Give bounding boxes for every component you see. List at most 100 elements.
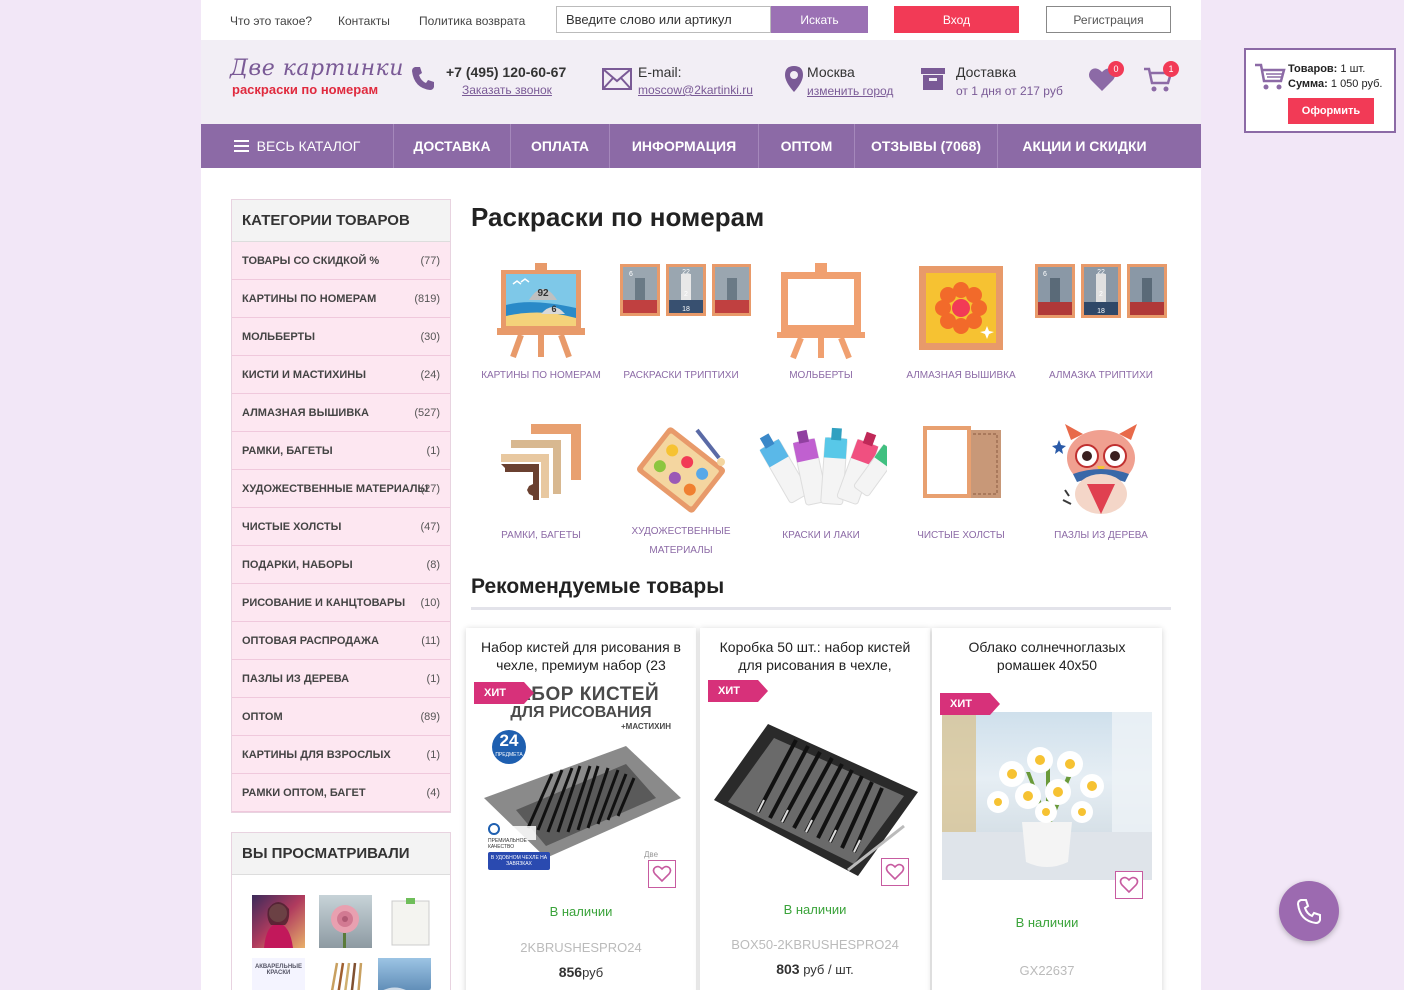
category-item[interactable]: МОЛЬБЕРТЫ (30) <box>232 318 450 356</box>
product-card-3[interactable]: Облако солнечноглазых ромашек 40х50 ХИТ … <box>932 628 1162 990</box>
nav-promotions[interactable]: АКЦИИ И СКИДКИ <box>998 124 1171 168</box>
viewed-title: ВЫ ПРОСМАТРИВАЛИ <box>232 833 450 875</box>
category-item[interactable]: РАМКИ ОПТОМ, БАГЕТ (4) <box>232 774 450 812</box>
stock-status: В наличии <box>1015 915 1079 930</box>
nav-delivery[interactable]: ДОСТАВКА <box>394 124 511 168</box>
category-label: ПОДАРКИ, НАБОРЫ <box>242 559 353 571</box>
category-item[interactable]: ПОДАРКИ, НАБОРЫ (8) <box>232 546 450 584</box>
register-button[interactable]: Регистрация <box>1046 6 1171 33</box>
tile-diamond-embroidery[interactable]: АЛМАЗНАЯ ВЫШИВКА <box>891 260 1031 410</box>
product-card-1[interactable]: Набор кистей для рисования в чехле, прем… <box>466 628 696 990</box>
category-item[interactable]: КИСТИ И МАСТИХИНЫ (24) <box>232 356 450 394</box>
product-price: 856руб <box>466 964 696 980</box>
nav-reviews[interactable]: ОТЗЫВЫ (7068) <box>855 124 998 168</box>
category-item[interactable]: ТОВАРЫ СО СКИДКОЙ % (77) <box>232 242 450 280</box>
nav-information[interactable]: ИНФОРМАЦИЯ <box>610 124 759 168</box>
nav-payment[interactable]: ОПЛАТА <box>511 124 610 168</box>
nav-wholesale[interactable]: ОПТОМ <box>759 124 855 168</box>
category-item[interactable]: КАРТИНЫ ПО НОМЕРАМ (819) <box>232 280 450 318</box>
floating-cart[interactable]: Товаров: 1 шт. Сумма: 1 050 руб. Оформит… <box>1244 48 1396 133</box>
email-link[interactable]: moscow@2kartinki.ru <box>638 83 753 97</box>
category-item[interactable]: ОПТОВАЯ РАСПРОДАЖА (11) <box>232 622 450 660</box>
tile-easels[interactable]: МОЛЬБЕРТЫ <box>751 260 891 410</box>
tile-paints[interactable]: КРАСКИ И ЛАКИ <box>751 420 891 570</box>
categories-list: ТОВАРЫ СО СКИДКОЙ % (77) КАРТИНЫ ПО НОМЕРА… <box>232 242 450 812</box>
phone-number[interactable]: +7 (495) 120-60-67 <box>446 64 566 80</box>
category-label: РАМКИ, БАГЕТЫ <box>242 445 333 457</box>
category-item[interactable]: ПАЗЛЫ ИЗ ДЕРЕВА (1) <box>232 660 450 698</box>
category-label: ОПТОВАЯ РАСПРОДАЖА <box>242 635 379 647</box>
diamond-triptych-number-4: 18 <box>1097 308 1105 315</box>
category-item[interactable]: АЛМАЗНАЯ ВЫШИВКА (527) <box>232 394 450 432</box>
category-item[interactable]: РАМКИ, БАГЕТЫ (1) <box>232 432 450 470</box>
category-item[interactable]: ОПТОМ (89) <box>232 698 450 736</box>
viewed-thumb-6[interactable] <box>378 958 431 990</box>
product-image[interactable] <box>942 712 1152 880</box>
site-logo[interactable]: Две картинки раскраски по номерам <box>230 56 404 97</box>
product-image-case: В УДОБНОМ ЧЕХЛЕ НА ЗАВЯЗКАХ <box>488 852 550 870</box>
product-image[interactable]: НАБОР КИСТЕЙ ДЛЯ РИСОВАНИЯ +МАСТИХИН 24 … <box>476 680 686 885</box>
cart-sum-value: 1 050 руб. <box>1330 78 1383 90</box>
product-title[interactable]: Набор кистей для рисования в чехле, прем… <box>474 638 688 674</box>
tile-paint-by-numbers[interactable]: 92 6 КАРТИНЫ ПО НОМЕРАМ <box>471 260 611 410</box>
heart-outline-icon <box>885 863 905 881</box>
product-title[interactable]: Коробка 50 шт.: набор кистей для рисован… <box>708 638 922 674</box>
product-title[interactable]: Облако солнечноглазых ромашек 40х50 <box>940 638 1154 674</box>
tile-blank-canvas[interactable]: ЧИСТЫЕ ХОЛСТЫ <box>891 420 1031 570</box>
viewed-thumb-1[interactable] <box>252 895 305 948</box>
category-label: ХУДОЖЕСТВЕННЫЕ МАТЕРИАЛЫ <box>242 483 429 495</box>
login-button[interactable]: Вход <box>894 6 1019 33</box>
hit-badge: ХИТ <box>708 680 768 702</box>
triptych-icon: 6 22 2 18 <box>620 264 751 316</box>
heart-outline-icon <box>652 865 672 883</box>
tile-wood-puzzles[interactable]: ПАЗЛЫ ИЗ ДЕРЕВА <box>1031 420 1171 570</box>
viewed-thumb-4[interactable]: АКВАРЕЛЬНЫЕ КРАСКИ <box>252 958 305 990</box>
categories-title: КАТЕГОРИИ ТОВАРОВ <box>232 200 450 242</box>
tile-triptych[interactable]: 6 22 2 18 РАСКРАСКИ ТРИПТИХИ <box>611 260 751 410</box>
category-item[interactable]: КАРТИНЫ ДЛЯ ВЗРОСЛЫХ (1) <box>232 736 450 774</box>
category-label: РАМКИ ОПТОМ, БАГЕТ <box>242 787 366 799</box>
nav-all-catalog[interactable]: ВЕСЬ КАТАЛОГ <box>201 124 394 168</box>
add-to-wishlist-button[interactable] <box>881 858 909 886</box>
triptych-number-3: 2 <box>684 291 688 298</box>
call-button[interactable] <box>1279 881 1339 941</box>
phone-icon <box>412 67 434 90</box>
category-count: (1) <box>426 749 440 761</box>
product-image-brand: Две <box>644 850 659 859</box>
viewed-thumb-3[interactable] <box>384 895 437 948</box>
add-to-wishlist-button[interactable] <box>1115 871 1143 899</box>
product-sku: BOX50-2KBRUSHESPRO24 <box>731 937 899 952</box>
palette-icon <box>637 427 725 513</box>
diamond-triptych-icon: 6 22 2 18 <box>1035 264 1167 318</box>
search-input[interactable] <box>556 6 771 33</box>
callback-link[interactable]: Заказать звонок <box>462 83 552 97</box>
tile-art-materials[interactable]: ХУДОЖЕСТВЕННЫЕ МАТЕРИАЛЫ <box>611 420 751 570</box>
category-count: (24) <box>420 369 440 381</box>
search-button[interactable]: Искать <box>771 6 868 33</box>
top-link-contacts[interactable]: Контакты <box>338 14 390 28</box>
category-item[interactable]: ЧИСТЫЕ ХОЛСТЫ (47) <box>232 508 450 546</box>
stock-status: В наличии <box>783 902 847 917</box>
cart-count-badge: 1 <box>1163 61 1179 77</box>
tile-diamond-triptych[interactable]: 6 22 2 18 АЛМАЗКА ТРИПТИХИ <box>1031 260 1171 410</box>
canvas-icon <box>923 426 1001 498</box>
tile-label: АЛМАЗНАЯ ВЫШИВКА <box>906 370 1016 381</box>
top-link-return-policy[interactable]: Политика возврата <box>419 14 525 28</box>
diamond-triptych-number-1: 6 <box>1043 271 1047 278</box>
top-link-what-is-it[interactable]: Что это такое? <box>230 14 312 28</box>
product-sku: 2KBRUSHESPRO24 <box>520 940 642 955</box>
top-bar: Что это такое? Контакты Политика возврат… <box>201 0 1201 40</box>
viewed-thumb-5[interactable] <box>319 958 372 990</box>
location-pin-icon <box>785 66 803 92</box>
tile-frames[interactable]: РАМКИ, БАГЕТЫ <box>471 420 611 570</box>
checkout-button[interactable]: Оформить <box>1288 98 1374 124</box>
viewed-thumb-2[interactable] <box>319 895 372 948</box>
add-to-wishlist-button[interactable] <box>648 860 676 888</box>
categories-box: КАТЕГОРИИ ТОВАРОВ ТОВАРЫ СО СКИДКОЙ % (77… <box>231 199 451 813</box>
category-item[interactable]: РИСОВАНИЕ И КАНЦТОВАРЫ (10) <box>232 584 450 622</box>
product-card-2[interactable]: Коробка 50 шт.: набор кистей для рисован… <box>700 628 930 990</box>
change-city-link[interactable]: изменить город <box>807 84 893 98</box>
hamburger-icon <box>233 125 249 169</box>
category-item[interactable]: ХУДОЖЕСТВЕННЫЕ МАТЕРИАЛЫ (27) <box>232 470 450 508</box>
cart-items-label: Товаров: <box>1288 63 1338 75</box>
